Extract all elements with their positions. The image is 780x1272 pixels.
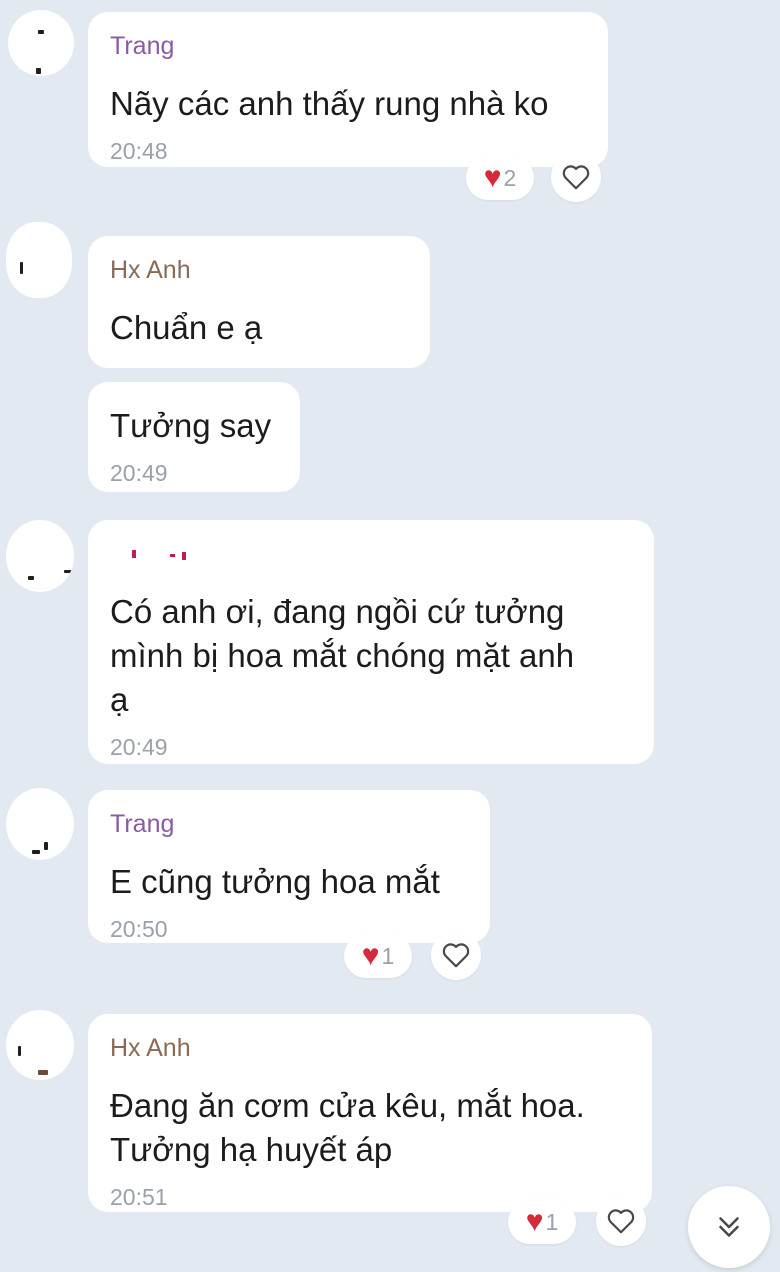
like-button[interactable]: [596, 1196, 646, 1246]
red-heart-icon: ♥: [525, 1205, 544, 1238]
red-heart-icon: ♥: [483, 161, 502, 194]
reaction-badge[interactable]: ♥ 2: [466, 156, 534, 200]
reaction-count: 1: [545, 1208, 559, 1235]
heart-outline-icon: [607, 1209, 635, 1234]
heart-outline-icon: [442, 943, 470, 968]
heart-outline-icon: [562, 165, 590, 190]
message-bubble[interactable]: Có anh ơi, đang ngồi cứ tưởng mình bị ho…: [88, 520, 654, 764]
message-text-line: Có anh ơi, đang ngồi cứ tưởng: [110, 593, 565, 630]
message-bubble[interactable]: Trang Nãy các anh thấy rung nhà ko 20:48: [88, 12, 608, 167]
message-time: 20:49: [110, 460, 168, 486]
message-text-line: Đang ăn cơm cửa kêu, mắt hoa.: [110, 1087, 585, 1124]
sender-name-redacted: [110, 540, 632, 568]
message-bubble[interactable]: Trang E cũng tưởng hoa mắt 20:50: [88, 790, 490, 943]
sender-name[interactable]: Hx Anh: [110, 256, 408, 284]
message-time: 20:49: [110, 734, 168, 760]
message-text-line: ạ: [110, 681, 129, 718]
message-bubble[interactable]: Hx Anh Chuẩn e ạ: [88, 236, 430, 368]
message-text: Chuẩn e ạ: [110, 309, 263, 346]
message-time: 20:50: [110, 916, 168, 942]
like-button[interactable]: [551, 152, 601, 202]
reaction-count: 2: [503, 164, 517, 191]
reaction-badge[interactable]: ♥ 1: [344, 934, 412, 978]
avatar[interactable]: [6, 520, 74, 592]
sender-name[interactable]: Trang: [110, 32, 586, 60]
scroll-to-bottom-button[interactable]: [688, 1186, 770, 1268]
message-bubble[interactable]: Hx Anh Đang ăn cơm cửa kêu, mắt hoa. Tưở…: [88, 1014, 652, 1212]
message-text: Nãy các anh thấy rung nhà ko: [110, 85, 549, 122]
avatar[interactable]: [6, 222, 72, 298]
reaction-count: 1: [381, 942, 395, 969]
message-text-line: Tưởng hạ huyết áp: [110, 1131, 393, 1168]
red-heart-icon: ♥: [361, 939, 380, 972]
avatar[interactable]: [6, 788, 74, 860]
like-button[interactable]: [431, 930, 481, 980]
reaction-badge[interactable]: ♥ 1: [508, 1200, 576, 1244]
message-bubble[interactable]: Tưởng say 20:49: [88, 382, 300, 492]
message-text-line: mình bị hoa mắt chóng mặt anh: [110, 637, 575, 674]
message-text: E cũng tưởng hoa mắt: [110, 863, 440, 900]
sender-name[interactable]: Trang: [110, 810, 468, 838]
message-text: Tưởng say: [110, 407, 272, 444]
sender-name[interactable]: Hx Anh: [110, 1034, 630, 1062]
avatar[interactable]: [6, 1010, 74, 1080]
double-chevron-down-icon: [719, 1217, 739, 1237]
avatar[interactable]: [8, 10, 74, 76]
